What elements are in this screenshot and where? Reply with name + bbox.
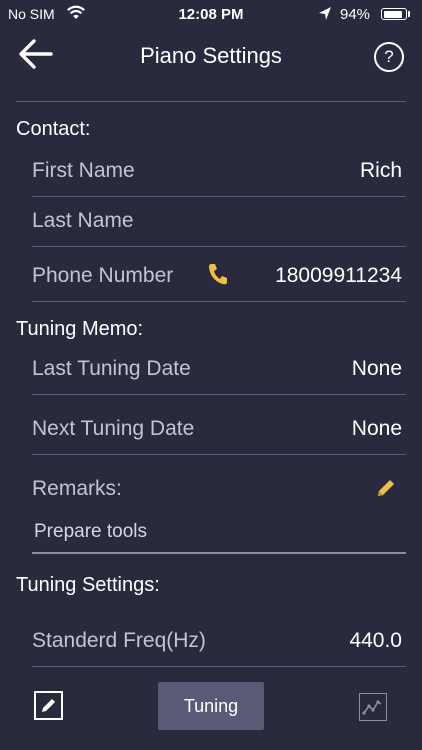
phone-number-row[interactable]: Phone Number 18009911234 (32, 250, 406, 302)
location-arrow-icon (318, 6, 332, 27)
help-button[interactable]: ? (374, 42, 404, 72)
next-tuning-date-label: Next Tuning Date (32, 417, 195, 440)
phone-number-label: Phone Number (32, 264, 174, 287)
contact-section-title: Contact: (16, 118, 91, 140)
tuning-button[interactable]: Tuning (158, 682, 264, 730)
remarks-input[interactable] (32, 512, 406, 554)
status-bar: No SIM 12:08 PM 94% (0, 0, 422, 28)
standard-frequency-label: Standerd Freq(Hz) (32, 629, 206, 652)
battery-percent: 94% (340, 6, 371, 23)
remarks-label: Remarks: (32, 477, 122, 500)
last-tuning-date-row[interactable]: Last Tuning Date None (32, 343, 406, 395)
pencil-icon (42, 699, 55, 712)
tuning-memo-section-title: Tuning Memo: (16, 318, 144, 340)
phone-icon[interactable] (207, 262, 229, 291)
battery-tip (408, 11, 410, 17)
chart-button[interactable] (359, 693, 387, 721)
last-name-label: Last Name (32, 209, 134, 232)
edit-remarks-pencil-icon[interactable] (374, 476, 398, 505)
standard-frequency-value[interactable]: 440.0 (349, 629, 402, 653)
last-tuning-date-label: Last Tuning Date (32, 357, 191, 380)
battery-icon (381, 8, 407, 20)
phone-number-value[interactable]: 18009911234 (275, 264, 402, 288)
page-title: Piano Settings (140, 43, 282, 68)
tuning-settings-section-title: Tuning Settings: (16, 574, 160, 596)
header-divider (16, 101, 406, 102)
next-tuning-date-value[interactable]: None (352, 417, 402, 441)
next-tuning-date-row[interactable]: Next Tuning Date None (32, 403, 406, 455)
line-chart-icon (362, 700, 382, 715)
last-tuning-date-value[interactable]: None (352, 357, 402, 381)
last-name-row[interactable]: Last Name (32, 195, 406, 247)
first-name-label: First Name (32, 159, 135, 182)
standard-frequency-row[interactable]: Standerd Freq(Hz) 440.0 (32, 615, 406, 667)
edit-button[interactable] (34, 691, 63, 720)
first-name-value[interactable]: Rich (360, 159, 402, 183)
first-name-row[interactable]: First Name Rich (32, 145, 406, 197)
